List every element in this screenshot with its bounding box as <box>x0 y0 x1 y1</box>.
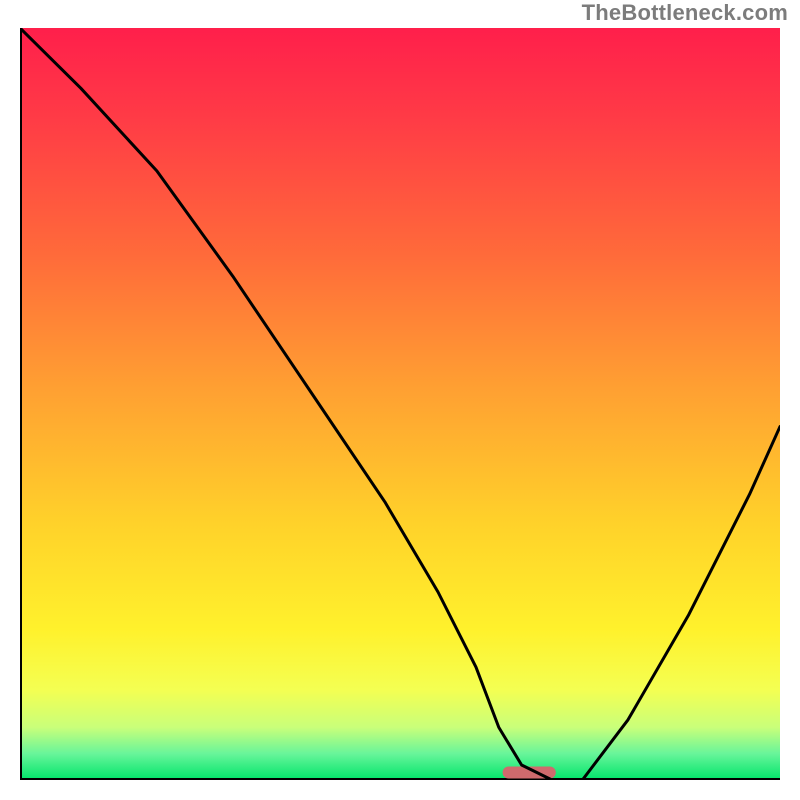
plot-area <box>20 28 780 780</box>
chart-svg <box>20 28 780 780</box>
gradient-background <box>20 28 780 780</box>
watermark-text: TheBottleneck.com <box>582 0 788 26</box>
chart-stage: TheBottleneck.com <box>0 0 800 800</box>
